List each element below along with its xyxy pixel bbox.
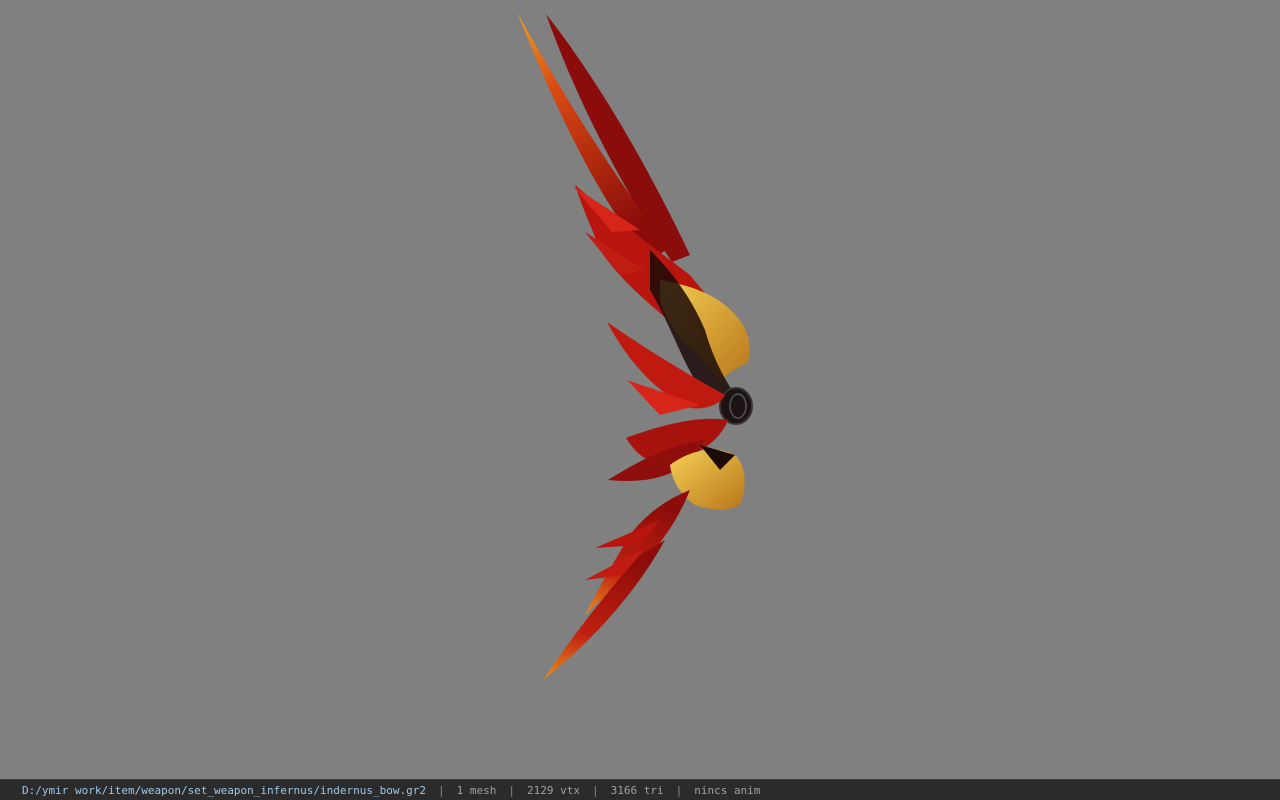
3d-viewport[interactable] (0, 0, 1280, 779)
separator: | (675, 783, 683, 797)
bow-model (517, 12, 753, 680)
file-path: D:/ymir work/item/weapon/set_weapon_infe… (22, 783, 426, 797)
lower-blade-tip (543, 540, 665, 680)
separator: | (437, 783, 445, 797)
separator: | (508, 783, 515, 797)
separator: | (591, 783, 599, 797)
triangle-count: 3166 tri (610, 783, 664, 797)
vertex-count: 2129 vtx (526, 783, 580, 797)
status-bar: D:/ymir work/item/weapon/set_weapon_infe… (0, 779, 1280, 800)
grip (719, 387, 753, 425)
mesh-count: 1 mesh (456, 783, 497, 797)
animation-info: nincs anim (694, 783, 761, 797)
